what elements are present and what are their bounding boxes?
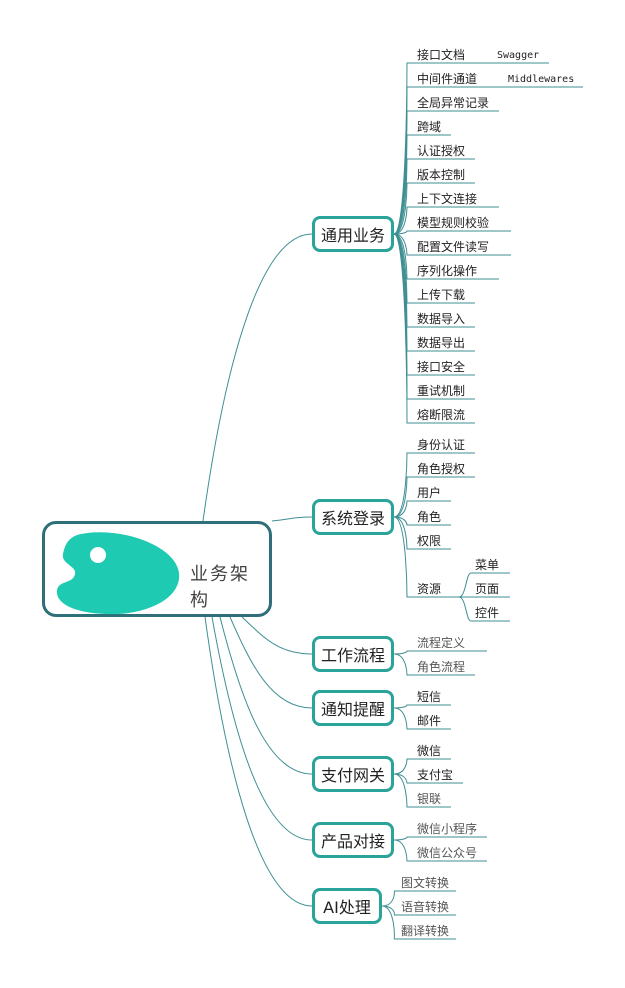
leaf-resource[interactable]: 资源 [417, 581, 441, 597]
leaf-api-security[interactable]: 接口安全 [417, 359, 465, 375]
leaf-api-docs[interactable]: 接口文档 [417, 47, 465, 63]
connector-line [204, 616, 313, 907]
leaf-circuit-breaker[interactable]: 熔断限流 [417, 407, 465, 423]
note-middlewares: Middlewares [508, 74, 575, 85]
category-workflow[interactable]: 工作流程 [312, 636, 394, 672]
leaf-identity-auth[interactable]: 身份认证 [417, 437, 465, 453]
leaf-role-authorization[interactable]: 角色授权 [417, 461, 465, 477]
leaf-auth[interactable]: 认证授权 [417, 143, 465, 159]
connector-line [229, 616, 313, 709]
leaf-serialization[interactable]: 序列化操作 [417, 263, 477, 279]
category-product-integration[interactable]: 产品对接 [312, 822, 394, 858]
leaf-permission[interactable]: 权限 [417, 533, 441, 549]
leaf-menu[interactable]: 菜单 [475, 557, 499, 573]
leaf-wechat-official[interactable]: 微信公众号 [417, 845, 477, 861]
root-title: 业务架构 [190, 564, 250, 611]
leaf-cors[interactable]: 跨域 [417, 119, 441, 135]
leaf-speech[interactable]: 语音转换 [401, 899, 449, 915]
connector-line [393, 650, 487, 655]
root-node[interactable]: 业务架构 [42, 521, 272, 617]
leaf-data-import[interactable]: 数据导入 [417, 311, 465, 327]
leaf-role-flow[interactable]: 角色流程 [417, 659, 465, 675]
leaf-control[interactable]: 控件 [475, 605, 499, 621]
leaf-unionpay[interactable]: 银联 [417, 791, 441, 807]
connector-line [202, 233, 313, 522]
leaf-page[interactable]: 页面 [475, 581, 499, 597]
leaf-flow-definition[interactable]: 流程定义 [417, 635, 465, 651]
category-system-login[interactable]: 系统登录 [312, 499, 394, 535]
mind-map-canvas: 业务架构 通用业务 系统登录 工作流程 通知提醒 支付网关 产品对接 AI处理 … [0, 0, 625, 988]
leaf-versioning[interactable]: 版本控制 [417, 167, 465, 183]
leaf-model-validation[interactable]: 模型规则校验 [417, 215, 489, 231]
leaf-role[interactable]: 角色 [417, 509, 441, 525]
connector-line [271, 516, 313, 522]
leaf-wechat-pay[interactable]: 微信 [417, 743, 441, 759]
leaf-retry[interactable]: 重试机制 [417, 383, 465, 399]
connector-line [393, 836, 487, 841]
category-payment-gateway[interactable]: 支付网关 [312, 756, 394, 792]
leaf-config-io[interactable]: 配置文件读写 [417, 239, 489, 255]
category-notification[interactable]: 通知提醒 [312, 690, 394, 726]
leaf-alipay[interactable]: 支付宝 [417, 767, 453, 783]
leaf-sms[interactable]: 短信 [417, 689, 441, 705]
leaf-context[interactable]: 上下文连接 [417, 191, 477, 207]
leaf-global-exception[interactable]: 全局异常记录 [417, 95, 489, 111]
connector-line [393, 704, 451, 709]
leaf-user[interactable]: 用户 [417, 485, 441, 501]
leaf-translation[interactable]: 翻译转换 [401, 923, 449, 939]
leaf-image-text[interactable]: 图文转换 [401, 875, 449, 891]
connector-line [219, 616, 313, 775]
connector-line [211, 616, 313, 841]
leaf-email[interactable]: 邮件 [417, 713, 441, 729]
leaf-data-export[interactable]: 数据导出 [417, 335, 465, 351]
category-general-business[interactable]: 通用业务 [312, 216, 394, 252]
leaf-upload-download[interactable]: 上传下载 [417, 287, 465, 303]
connector-line [393, 230, 511, 235]
note-swagger: Swagger [497, 50, 540, 61]
leaf-middleware[interactable]: 中间件通道 [417, 71, 477, 87]
connector-line [241, 616, 313, 655]
palette-icon [56, 532, 180, 615]
category-ai-processing[interactable]: AI处理 [312, 888, 382, 924]
leaf-wechat-miniprogram[interactable]: 微信小程序 [417, 821, 477, 837]
